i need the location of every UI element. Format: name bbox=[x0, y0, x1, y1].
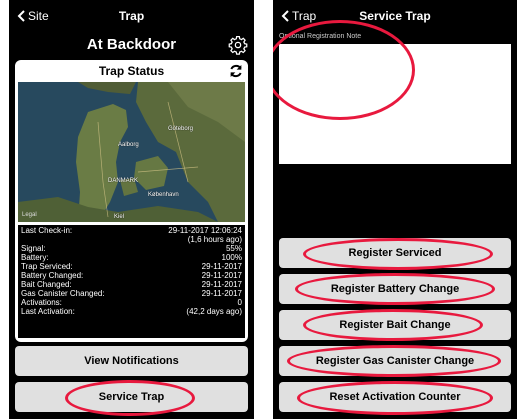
trap-screen: Site Trap At Backdoor Trap Status Götebo… bbox=[9, 0, 254, 419]
gear-icon[interactable] bbox=[228, 35, 248, 55]
register-gas-canister-change-button[interactable]: Register Gas Canister Change bbox=[279, 346, 511, 376]
trap-status-header: Trap Status bbox=[15, 60, 248, 82]
last-checkin-ago: (1,6 hours ago) bbox=[187, 235, 242, 244]
register-battery-change-button[interactable]: Register Battery Change bbox=[279, 274, 511, 304]
nav-bar: Site Trap bbox=[9, 0, 254, 30]
last-checkin-value: 29-11-2017 12:06:24 bbox=[168, 226, 242, 235]
trap-serviced-label: Trap Serviced: bbox=[21, 262, 73, 271]
trap-serviced-row: Trap Serviced: 29-11-2017 bbox=[21, 262, 242, 271]
activations-value: 0 bbox=[237, 298, 242, 307]
battery-changed-label: Battery Changed: bbox=[21, 271, 84, 280]
register-bait-change-button[interactable]: Register Bait Change bbox=[279, 310, 511, 340]
last-checkin-row: Last Check-in: 29-11-2017 12:06:24 bbox=[21, 226, 242, 235]
last-activation-row: Last Activation: (42,2 days ago) bbox=[21, 307, 242, 316]
registration-note-label: Optional Registration Note bbox=[279, 33, 362, 40]
trap-serviced-value: 29-11-2017 bbox=[201, 262, 242, 271]
map-label-kiel: Kiel bbox=[114, 214, 125, 220]
registration-note-input[interactable] bbox=[279, 44, 511, 164]
trap-status-title: Trap Status bbox=[98, 64, 165, 78]
gas-canister-changed-label: Gas Canister Changed: bbox=[21, 289, 105, 298]
last-activation-label: Last Activation: bbox=[21, 307, 75, 316]
refresh-icon[interactable] bbox=[228, 63, 244, 79]
battery-row: Battery: 100% bbox=[21, 253, 242, 262]
nav-title: Trap bbox=[118, 9, 145, 23]
signal-label: Signal: bbox=[21, 244, 46, 253]
last-activation-value: (42,2 days ago) bbox=[186, 307, 242, 316]
map-label-danmark: DANMARK bbox=[108, 178, 139, 184]
view-notifications-button[interactable]: View Notifications bbox=[15, 346, 248, 376]
trap-status-card: Trap Status Göteborg Aalborg DANMARK Køb… bbox=[15, 60, 248, 342]
map-legal-link[interactable]: Legal bbox=[22, 212, 37, 218]
map-label-aalborg: Aalborg bbox=[118, 142, 139, 148]
battery-value: 100% bbox=[221, 253, 242, 262]
activations-row: Activations: 0 bbox=[21, 298, 242, 307]
last-checkin-ago-row: (1,6 hours ago) bbox=[21, 235, 242, 244]
battery-changed-row: Battery Changed: 29-11-2017 bbox=[21, 271, 242, 280]
trap-location-map[interactable]: Göteborg Aalborg DANMARK København Kiel … bbox=[18, 82, 245, 222]
last-checkin-label: Last Check-in: bbox=[21, 226, 73, 235]
service-trap-button[interactable]: Service Trap bbox=[15, 382, 248, 412]
nav-title: Service Trap bbox=[359, 9, 431, 23]
register-serviced-button[interactable]: Register Serviced bbox=[279, 238, 511, 268]
signal-row: Signal: 55% bbox=[21, 244, 242, 253]
bait-changed-row: Bait Changed: 29-11-2017 bbox=[21, 280, 242, 289]
battery-label: Battery: bbox=[21, 253, 49, 262]
bait-changed-value: 29-11-2017 bbox=[201, 280, 242, 289]
bait-changed-label: Bait Changed: bbox=[21, 280, 72, 289]
activations-label: Activations: bbox=[21, 298, 62, 307]
reset-activation-counter-button[interactable]: Reset Activation Counter bbox=[279, 382, 511, 412]
trap-status-details: Last Check-in: 29-11-2017 12:06:24 (1,6 … bbox=[18, 225, 245, 338]
signal-value: 55% bbox=[225, 244, 242, 253]
page-title: At Backdoor bbox=[86, 36, 177, 53]
satellite-map-image bbox=[18, 82, 245, 222]
service-trap-screen: Trap Service Trap Optional Registration … bbox=[273, 0, 517, 419]
map-label-kobenhavn: København bbox=[148, 192, 179, 198]
nav-bar: Trap Service Trap bbox=[273, 0, 517, 30]
gas-canister-changed-row: Gas Canister Changed: 29-11-2017 bbox=[21, 289, 242, 298]
battery-changed-value: 29-11-2017 bbox=[201, 271, 242, 280]
gas-canister-changed-value: 29-11-2017 bbox=[201, 289, 242, 298]
map-label-goteborg: Göteborg bbox=[168, 126, 194, 132]
